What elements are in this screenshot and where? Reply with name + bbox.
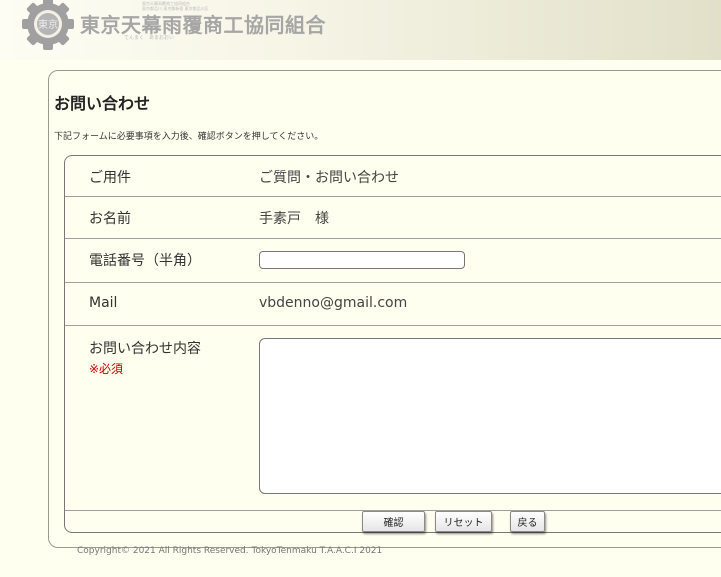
form-row-inquiry: お問い合わせ内容 ※必須 bbox=[65, 326, 721, 511]
confirm-button[interactable]: 確認 bbox=[362, 511, 425, 532]
inquiry-textarea[interactable] bbox=[259, 338, 721, 494]
subject-label: ご用件 bbox=[89, 170, 131, 186]
inquiry-label: お問い合わせ内容 ※必須 bbox=[89, 338, 201, 377]
form-row-mail: Mail vbdenno@gmail.com bbox=[65, 283, 721, 326]
form-row-name: お名前 手素戸 様 bbox=[65, 197, 721, 239]
back-button[interactable]: 戻る bbox=[510, 511, 545, 532]
site-header: 東京 東京天幕雨覆商工協同組合 東京都品川 東京都新宿 東京都品川区 東京天幕雨… bbox=[0, 0, 721, 60]
mail-label: Mail bbox=[89, 295, 118, 311]
gear-logo-icon: 東京 bbox=[22, 0, 74, 50]
name-value: 手素戸 様 bbox=[259, 211, 329, 227]
site-title-ruby: てんまく あまおおい bbox=[124, 35, 175, 41]
form-instruction: 下記フォームに必要事項を入力後、確認ボタンを押してください。 bbox=[54, 132, 324, 142]
svg-text:東京: 東京 bbox=[38, 18, 58, 31]
subject-value: ご質問・お問い合わせ bbox=[259, 170, 399, 186]
phone-input[interactable] bbox=[259, 251, 465, 269]
site-title: 東京天幕雨覆商工協同組合 bbox=[80, 13, 326, 37]
name-label: お名前 bbox=[89, 211, 131, 227]
phone-label: 電話番号（半角） bbox=[89, 253, 201, 269]
form-row-phone: 電話番号（半角） bbox=[65, 239, 721, 283]
reset-button[interactable]: リセット bbox=[435, 511, 492, 532]
form-row-subject: ご用件 ご質問・お問い合わせ bbox=[65, 156, 721, 197]
inquiry-label-text: お問い合わせ内容 bbox=[89, 341, 201, 357]
required-mark: ※必須 bbox=[89, 362, 124, 376]
mail-value: vbdenno@gmail.com bbox=[259, 295, 408, 311]
copyright: Copyright© 2021 All Rights Reserved. Tok… bbox=[77, 546, 383, 556]
page-title: お問い合わせ bbox=[54, 94, 151, 113]
